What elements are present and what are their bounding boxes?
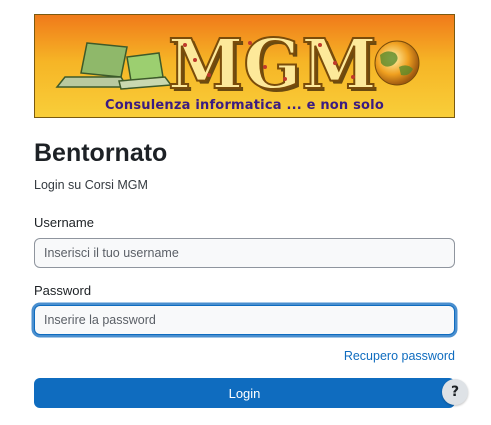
login-button[interactable]: Login (34, 378, 455, 408)
logo-mgm-letters: MGM MGM (167, 24, 380, 108)
password-label: Password (34, 283, 92, 298)
username-label: Username (34, 215, 94, 230)
question-mark-icon: ? (450, 384, 460, 400)
banner-tagline: Consulenza informatica ... e non solo (105, 98, 384, 113)
svg-text:MGM: MGM (168, 25, 377, 105)
username-input[interactable] (34, 238, 455, 268)
help-button[interactable]: ? (442, 379, 468, 405)
login-subtitle: Login su Corsi MGM (34, 178, 148, 192)
site-logo-banner: MGM MGM Consulenza informatica ... e non… (34, 14, 455, 118)
forgot-password-link[interactable]: Recupero password (344, 349, 455, 363)
page-title: Bentornato (34, 139, 168, 167)
globe-icon (374, 40, 420, 86)
password-input[interactable] (34, 305, 455, 335)
